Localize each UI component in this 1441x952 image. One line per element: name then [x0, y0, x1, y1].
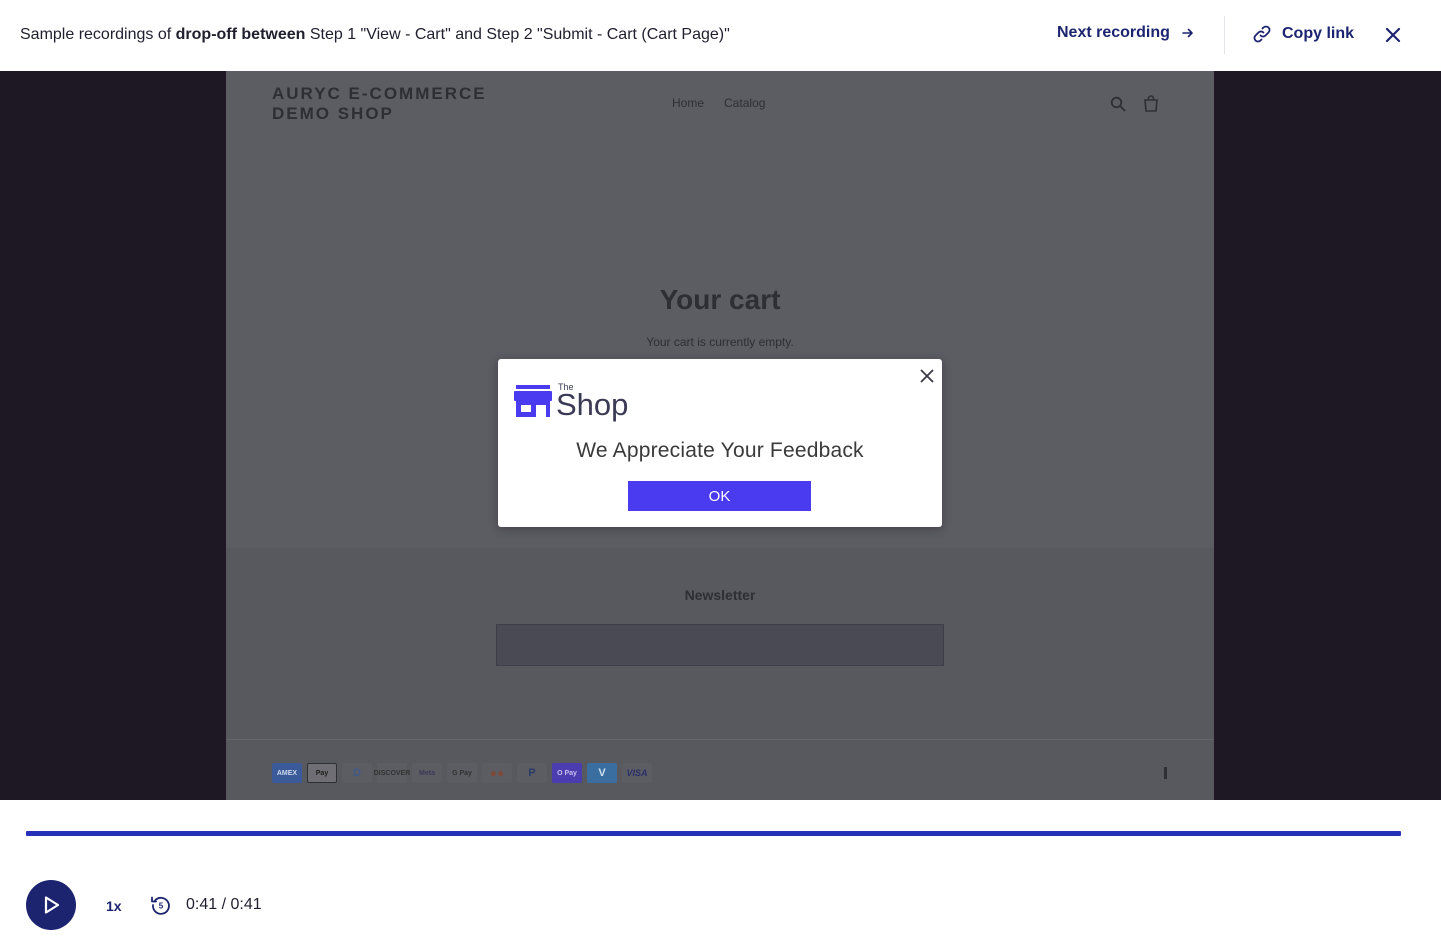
shop-pay-icon: O Pay — [552, 763, 582, 783]
title-suffix: Step 1 "View - Cart" and Step 2 "Submit … — [305, 26, 730, 43]
shop-logo-word: Shop — [556, 387, 629, 422]
site-nav: Home Catalog — [672, 96, 765, 110]
search-icon[interactable] — [1110, 96, 1126, 112]
next-recording-label: Next recording — [1057, 24, 1170, 41]
newsletter-email-input[interactable] — [496, 624, 944, 666]
brand-line-2: DEMO SHOP — [272, 104, 394, 123]
cart-heading: Your cart — [659, 284, 781, 315]
venmo-icon: V — [587, 763, 617, 783]
recording-player: AURYC E-COMMERCE DEMO SHOP Home Catalog … — [0, 71, 1441, 800]
next-recording-button[interactable]: Next recording — [1057, 24, 1194, 42]
site-brand: AURYC E-COMMERCE DEMO SHOP — [272, 84, 487, 124]
recording-header: Sample recordings of drop-off between St… — [0, 0, 1441, 71]
recorded-site: AURYC E-COMMERCE DEMO SHOP Home Catalog … — [226, 71, 1214, 800]
apple-pay-icon: Pay — [307, 763, 337, 783]
cart-empty-message: Your cart is currently empty. — [646, 335, 794, 349]
play-button[interactable] — [26, 880, 76, 930]
feedback-message: We Appreciate Your Feedback — [576, 439, 864, 462]
svg-text:5: 5 — [159, 902, 164, 911]
nav-home[interactable]: Home — [672, 96, 704, 110]
playback-progress-bar[interactable] — [26, 831, 1401, 836]
header-divider — [1224, 16, 1225, 54]
feedback-modal: The Shop We Appreciate Your Feedback OK — [498, 359, 942, 527]
meta-pay-icon: Meta — [412, 763, 442, 783]
cart-bag-icon[interactable] — [1143, 95, 1159, 112]
site-footer-divider — [226, 739, 1214, 740]
visa-icon: VISA — [622, 763, 652, 783]
mastercard-icon: ●● — [482, 763, 512, 783]
link-icon — [1253, 25, 1271, 43]
newsletter-heading: Newsletter — [684, 587, 756, 603]
amex-icon: AMEX — [272, 763, 302, 783]
nav-catalog[interactable]: Catalog — [724, 96, 765, 110]
google-pay-icon: G Pay — [447, 763, 477, 783]
playback-speed-button[interactable]: 1x — [106, 898, 122, 914]
recording-title: Sample recordings of drop-off between St… — [20, 26, 730, 44]
ok-button[interactable]: OK — [628, 481, 811, 511]
title-prefix: Sample recordings of — [20, 26, 176, 43]
title-bold: drop-off between — [175, 26, 306, 43]
brand-line-1: AURYC E-COMMERCE — [272, 84, 487, 103]
paypal-icon: P — [517, 763, 547, 783]
copy-link-label: Copy link — [1282, 25, 1355, 42]
diners-club-icon: D — [342, 763, 372, 783]
rewind-5-seconds-icon[interactable]: 5 — [150, 894, 172, 916]
play-icon — [44, 896, 60, 914]
discover-icon: DISCOVER — [374, 763, 410, 783]
modal-close-icon[interactable] — [918, 367, 936, 385]
copy-link-button[interactable]: Copy link — [1252, 24, 1354, 44]
playback-time: 0:41 / 0:41 — [186, 896, 262, 913]
payment-icons: AMEX Pay D DISCOVER Meta G Pay ●● P O Pa… — [272, 763, 652, 783]
footer-mark — [1164, 767, 1167, 779]
arrow-right-icon — [1182, 28, 1193, 38]
close-icon[interactable] — [1383, 25, 1403, 45]
